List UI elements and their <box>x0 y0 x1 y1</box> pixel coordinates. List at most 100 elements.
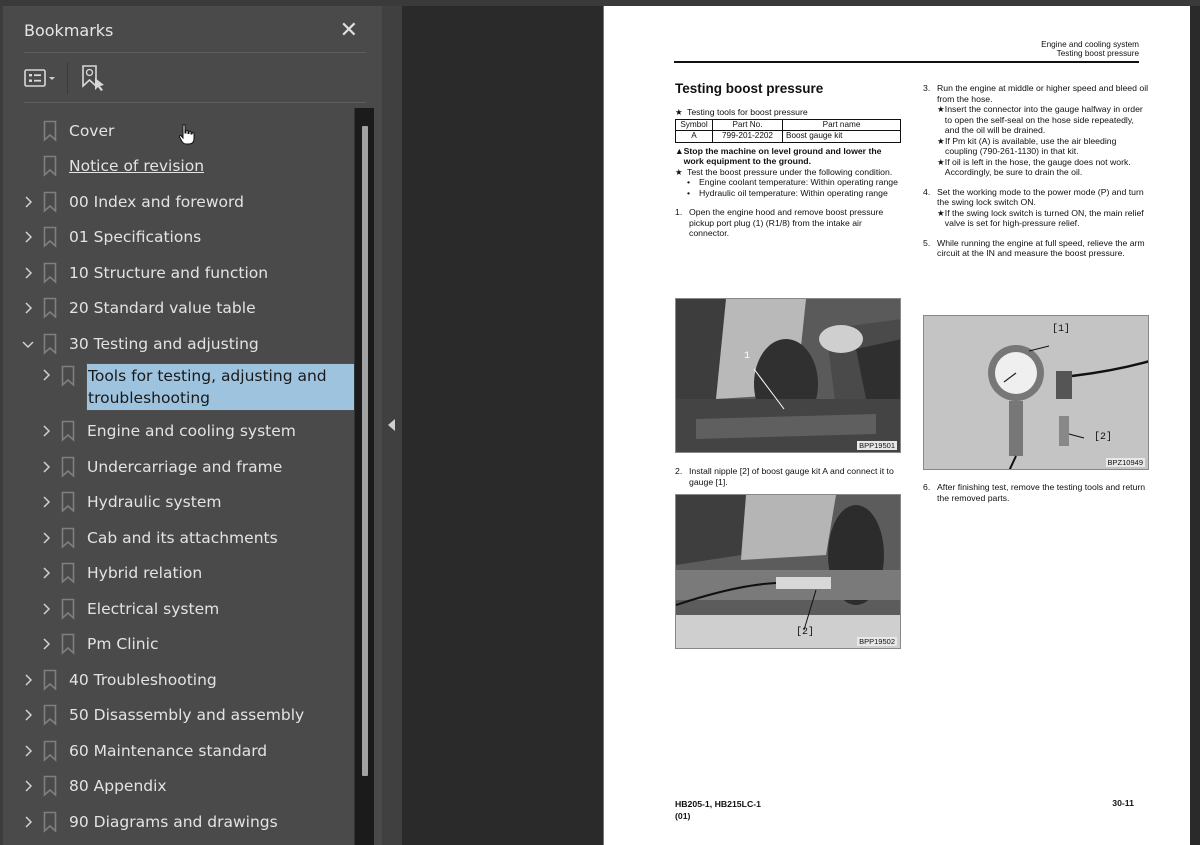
bookmark-label: Notice of revision <box>69 157 205 175</box>
footer-model: HB205-1, HB215LC-1 <box>675 799 761 809</box>
bookmark-item[interactable]: Notice of revision <box>21 149 204 184</box>
chevron-right-icon[interactable] <box>21 673 35 687</box>
chevron-right-icon[interactable] <box>39 602 53 616</box>
condition-item: • Engine coolant temperature: Within ope… <box>675 177 902 188</box>
chevron-right-icon[interactable] <box>21 744 35 758</box>
bookmark-item[interactable]: 80 Appendix <box>21 769 167 804</box>
step-note: ★ If oil is left in the hose, the gauge … <box>923 157 1150 178</box>
bookmark-label: Engine and cooling system <box>87 422 296 440</box>
chevron-right-icon[interactable] <box>39 495 53 509</box>
table-header: Part name <box>782 118 901 131</box>
bullet-icon: • <box>687 187 691 198</box>
chevron-right-icon[interactable] <box>21 266 35 280</box>
step-text: Install nipple [2] of boost gauge kit A … <box>689 466 894 487</box>
step-text: After finishing test, remove the testing… <box>937 482 1146 503</box>
callout-1: 1 <box>744 351 751 362</box>
chevron-right-icon[interactable] <box>21 301 35 315</box>
step-note: ★ If the swing lock switch is turned ON,… <box>923 208 1150 229</box>
bookmark-label: Pm Clinic <box>87 635 159 653</box>
star-icon: ★ <box>937 207 945 218</box>
condition-item: • Hydraulic oil temperature: Within oper… <box>675 188 902 199</box>
step-note: ★ If Pm kit (A) is available, use the ai… <box>923 136 1150 157</box>
bookmark-icon <box>61 420 75 442</box>
bookmark-label: 00 Index and foreword <box>69 192 244 211</box>
step-text: Run the engine at middle or higher speed… <box>937 83 1149 104</box>
bookmark-icon <box>61 456 75 478</box>
chevron-right-icon[interactable] <box>21 230 35 244</box>
bookmark-item[interactable]: Engine and cooling system <box>39 414 296 449</box>
bookmark-item[interactable]: Pm Clinic <box>39 627 158 662</box>
chevron-right-icon[interactable] <box>39 460 53 474</box>
bookmark-label: 10 Structure and function <box>69 263 269 282</box>
bookmark-item[interactable]: Tools for testing, adjusting and trouble… <box>39 362 357 412</box>
document-viewer: Engine and cooling system Testing boost … <box>402 6 1200 845</box>
bookmark-item[interactable]: 20 Standard value table <box>21 291 256 326</box>
bookmark-item[interactable]: 60 Maintenance standard <box>21 733 267 768</box>
star-icon: ★ <box>675 166 683 177</box>
chevron-right-icon[interactable] <box>39 531 53 545</box>
bookmark-item[interactable]: Electrical system <box>39 591 219 626</box>
bookmark-item[interactable]: Cab and its attachments <box>39 520 278 555</box>
tools-table: Symbol Part No. Part name A 799-201-2202… <box>675 118 901 143</box>
condition-note: ★ Test the boost pressure under the foll… <box>675 167 902 178</box>
chevron-right-icon[interactable] <box>39 637 53 651</box>
step-text: Open the engine hood and remove boost pr… <box>689 207 884 238</box>
bookmark-item[interactable]: 10 Structure and function <box>21 255 268 290</box>
chevron-right-icon[interactable] <box>39 424 53 438</box>
step-number: 4. <box>923 186 931 197</box>
chevron-right-icon[interactable] <box>39 566 53 580</box>
bookmark-icon <box>43 262 57 284</box>
bookmark-item[interactable]: 30 Testing and adjusting <box>21 326 259 361</box>
chevron-down-icon[interactable] <box>21 337 35 351</box>
bookmark-item[interactable]: 40 Troubleshooting <box>21 662 217 697</box>
bookmark-icon <box>43 226 57 248</box>
callout-2: [2] <box>796 627 815 638</box>
bookmark-label: Hydraulic system <box>87 493 222 511</box>
bookmark-item[interactable]: 90 Diagrams and drawings <box>21 804 278 839</box>
bookmark-item[interactable]: Undercarriage and frame <box>39 449 282 484</box>
chevron-right-icon[interactable] <box>21 815 35 829</box>
warning-text: Stop the machine on level ground and low… <box>683 145 882 167</box>
pdf-page: Engine and cooling system Testing boost … <box>603 6 1190 845</box>
table-header: Part No. <box>712 118 783 131</box>
step-number: 5. <box>923 237 931 248</box>
toolbar-separator <box>67 62 68 94</box>
bookmark-icon <box>61 633 75 655</box>
bookmark-label: Cover <box>69 121 115 140</box>
bookmark-item[interactable]: 50 Disassembly and assembly <box>21 698 304 733</box>
note-text: If Pm kit (A) is available, use the air … <box>945 135 1117 157</box>
bookmark-label: 40 Troubleshooting <box>69 670 217 689</box>
chevron-right-icon[interactable] <box>21 195 35 209</box>
bookmark-icon <box>43 669 57 691</box>
warning-note: ▲ Stop the machine on level ground and l… <box>675 146 902 167</box>
close-icon[interactable]: ✕ <box>340 19 358 41</box>
bookmark-item[interactable]: Hybrid relation <box>39 556 202 591</box>
note-text: If the swing lock switch is turned ON, t… <box>944 207 1144 229</box>
bookmark-icon <box>43 120 57 142</box>
figure-code: BPP19501 <box>857 441 897 450</box>
bookmark-item[interactable]: 01 Specifications <box>21 220 201 255</box>
bookmark-item[interactable]: Hydraulic system <box>39 485 221 520</box>
options-menu-button[interactable] <box>24 69 58 87</box>
find-current-bookmark-button[interactable] <box>80 64 106 92</box>
step-number: 1. <box>675 207 683 217</box>
header-subsection: Testing boost pressure <box>1056 49 1139 58</box>
bookmark-item[interactable]: 00 Index and foreword <box>21 184 244 219</box>
viewer-edge <box>1196 6 1200 845</box>
collapse-panel-button[interactable] <box>382 6 402 845</box>
star-icon: ★ <box>937 104 945 114</box>
chevron-right-icon[interactable] <box>21 708 35 722</box>
figure-bpp19502: [2] BPP19502 <box>675 494 901 649</box>
bookmark-item[interactable]: Cover <box>21 113 114 148</box>
chevron-right-icon[interactable] <box>21 779 35 793</box>
gauge-photo <box>924 316 1148 469</box>
bookmarks-scrollbar[interactable] <box>354 108 374 845</box>
scrollbar-thumb[interactable] <box>362 126 368 776</box>
bookmark-icon <box>43 704 57 726</box>
bookmark-icon <box>43 297 57 319</box>
step-note: ★ Insert the connector into the gauge ha… <box>923 104 1150 136</box>
chevron-right-icon[interactable] <box>39 368 53 382</box>
divider <box>24 102 366 103</box>
